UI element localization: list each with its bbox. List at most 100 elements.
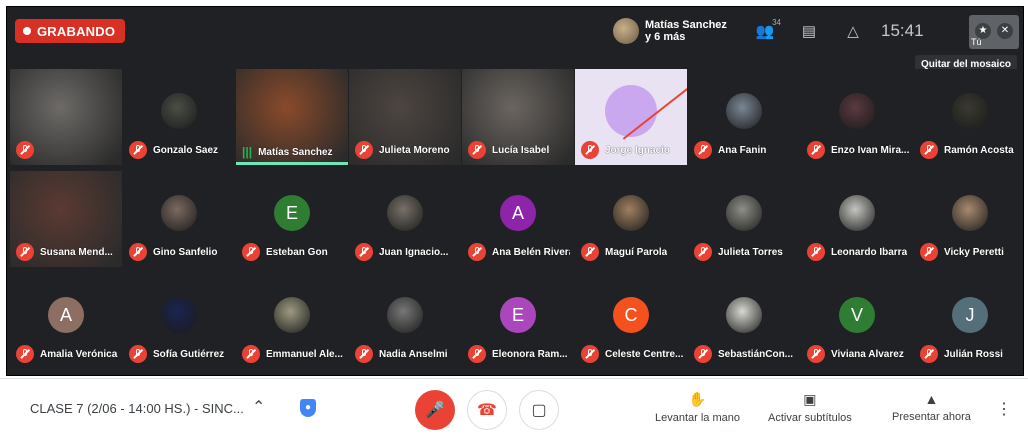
participant-grid: Gonzalo Saez ||| Matías Sanchez Julieta Mor… xyxy=(10,69,1023,369)
nameplate: Emmanuel Ale... xyxy=(242,345,344,363)
nameplate: Leonardo Ibarra xyxy=(807,243,909,261)
participant-tile[interactable]: Ana Fanin xyxy=(688,69,800,165)
participant-tile[interactable]: Maguí Parola xyxy=(575,171,687,267)
participant-avatar: A xyxy=(500,195,536,232)
mic-off-icon xyxy=(129,141,147,159)
mic-off-icon xyxy=(807,141,825,159)
nameplate: Susana Mend... xyxy=(16,243,118,261)
participant-tile[interactable]: Emmanuel Ale... xyxy=(236,273,348,369)
mute-button[interactable]: 🎤 xyxy=(415,390,455,430)
participant-avatar xyxy=(839,195,875,232)
participant-tile[interactable] xyxy=(10,69,122,165)
participant-tile[interactable]: Lucía Isabel xyxy=(462,69,574,165)
nameplate xyxy=(16,141,118,159)
camera-icon: ▢ xyxy=(531,402,547,419)
participant-avatar xyxy=(161,195,197,232)
leave-call-button[interactable]: ☎ xyxy=(467,390,507,430)
participant-tile[interactable]: J Julián Rossi xyxy=(914,273,1023,369)
participant-tile[interactable]: Vicky Peretti xyxy=(914,171,1023,267)
participant-name: Julieta Torres xyxy=(718,246,783,258)
participant-tile[interactable]: E Esteban Gon xyxy=(236,171,348,267)
participant-name: Gino Sanfelio xyxy=(153,246,218,258)
present-button[interactable]: ▲ Presentar ahora xyxy=(892,391,971,423)
avatar-initial: V xyxy=(850,304,863,325)
captions-label: Activar subtítulos xyxy=(768,412,852,424)
shield-icon[interactable]: ● xyxy=(300,399,316,417)
hand-icon: ✋ xyxy=(688,391,707,407)
shapes-icon[interactable]: △ xyxy=(831,22,875,40)
presenter-more: y 6 más xyxy=(645,31,686,43)
participant-tile[interactable]: E Eleonora Ram... xyxy=(462,273,574,369)
presenter-avatar xyxy=(613,18,639,44)
mic-off-icon xyxy=(581,345,599,363)
participant-name: Amalia Verónica... xyxy=(40,348,118,360)
participant-tile[interactable]: Juan Ignacio... xyxy=(349,171,461,267)
participant-tile[interactable]: SebastiánCon... xyxy=(688,273,800,369)
participant-avatar xyxy=(726,297,762,334)
nameplate: Esteban Gon xyxy=(242,243,344,261)
chevron-up-icon[interactable]: ⌃ xyxy=(252,397,265,417)
mic-off-icon xyxy=(355,345,373,363)
top-bar: Matías Sanchez y 6 más 👥 34 ▤ △ 15:41 xyxy=(607,11,1023,51)
participant-tile[interactable]: Enzo Ivan Mira... xyxy=(801,69,913,165)
participant-tile[interactable]: V Viviana Alvarez xyxy=(801,273,913,369)
participant-tile[interactable]: Julieta Torres xyxy=(688,171,800,267)
avatar-initial: E xyxy=(511,304,524,325)
participant-tile[interactable]: Julieta Moreno xyxy=(349,69,461,165)
mic-off-icon xyxy=(694,345,712,363)
participant-tile[interactable]: ||| Matías Sanchez xyxy=(236,69,348,165)
participant-tile[interactable]: Nadia Anselmi xyxy=(349,273,461,369)
nameplate: Jorge Ignacio xyxy=(581,141,683,159)
active-speaker-bar xyxy=(236,162,348,165)
recording-badge: GRABANDO xyxy=(15,19,126,43)
mic-off-icon xyxy=(16,141,34,159)
avatar-initial: E xyxy=(285,202,298,223)
mic-off-icon xyxy=(129,243,147,261)
nameplate: Juan Ignacio... xyxy=(355,243,457,261)
nameplate: Sofía Gutiérrez xyxy=(129,345,231,363)
raise-hand-button[interactable]: ✋ Levantar la mano xyxy=(655,391,740,424)
participant-tile[interactable]: A Amalia Verónica... xyxy=(10,273,122,369)
nameplate: Julieta Torres xyxy=(694,243,796,261)
participant-tile[interactable]: Gonzalo Saez xyxy=(123,69,235,165)
nameplate: Julián Rossi xyxy=(920,345,1022,363)
captions-button[interactable]: ▣ Activar subtítulos xyxy=(768,391,852,424)
phone-hangup-icon: ☎ xyxy=(477,402,497,419)
participant-tile[interactable]: Jorge Ignacio xyxy=(575,69,687,165)
record-dot-icon xyxy=(23,27,31,35)
participant-tile[interactable]: Ramón Acosta xyxy=(914,69,1023,165)
mic-off-icon xyxy=(807,345,825,363)
nameplate: Julieta Moreno xyxy=(355,141,457,159)
participant-tile[interactable]: Gino Sanfelio xyxy=(123,171,235,267)
mic-off-icon xyxy=(242,345,260,363)
participant-name: Ana Belén Rivera xyxy=(492,246,570,258)
participant-name: Esteban Gon xyxy=(266,246,328,258)
recording-label: GRABANDO xyxy=(37,23,116,39)
nameplate: ||| Matías Sanchez xyxy=(242,145,344,159)
presenter-info[interactable]: Matías Sanchez y 6 más xyxy=(613,18,743,44)
participant-tile[interactable]: C Celeste Centre... xyxy=(575,273,687,369)
avatar-initial: J xyxy=(965,304,975,325)
meeting-name[interactable]: CLASE 7 (2/06 - 14:00 HS.) - SINC... xyxy=(30,401,244,416)
chat-icon[interactable]: ▤ xyxy=(787,22,831,40)
remove-from-grid-icon[interactable]: ✕ xyxy=(997,23,1013,39)
nameplate: Eleonora Ram... xyxy=(468,345,570,363)
participant-avatar xyxy=(613,195,649,232)
self-view-tile[interactable]: ★ ✕ Tú xyxy=(969,15,1019,49)
nameplate: SebastiánCon... xyxy=(694,345,796,363)
people-icon[interactable]: 👥 34 xyxy=(743,18,787,40)
more-options-icon[interactable]: ⋮ xyxy=(996,399,1012,419)
mic-off-icon xyxy=(468,243,486,261)
nameplate: Nadia Anselmi xyxy=(355,345,457,363)
camera-button[interactable]: ▢ xyxy=(519,390,559,430)
participant-name: Jorge Ignacio xyxy=(605,144,671,156)
bottom-control-bar: CLASE 7 (2/06 - 14:00 HS.) - SINC... ⌃ ●… xyxy=(0,378,1028,443)
participant-tile[interactable]: Leonardo Ibarra xyxy=(801,171,913,267)
participant-tile[interactable]: Sofía Gutiérrez xyxy=(123,273,235,369)
participant-tile[interactable]: Susana Mend... xyxy=(10,171,122,267)
mic-off-icon xyxy=(920,141,938,159)
nameplate: Gino Sanfelio xyxy=(129,243,231,261)
nameplate: Ramón Acosta xyxy=(920,141,1022,159)
participant-tile[interactable]: A Ana Belén Rivera xyxy=(462,171,574,267)
present-icon: ▲ xyxy=(924,391,939,407)
